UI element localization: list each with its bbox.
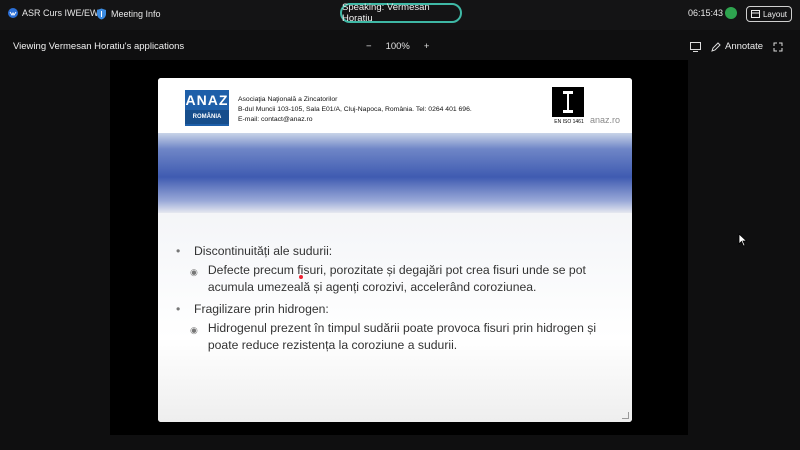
expand-icon[interactable]	[773, 42, 783, 52]
meeting-info-button[interactable]: Meeting Info	[96, 8, 161, 20]
pen-icon	[711, 41, 721, 52]
iso-logo: EN ISO 1461	[552, 87, 586, 129]
bullet-item: • Fragilizare prin hidrogen:	[176, 302, 329, 316]
presentation-slide: ANAZ ROMÂNIA Asociaţia Naţională a Zinca…	[158, 78, 632, 422]
view-tools: Annotate	[690, 41, 783, 52]
status-icon[interactable]	[725, 7, 737, 19]
shield-icon	[97, 8, 106, 20]
layout-icon	[750, 10, 760, 18]
sub-bullet-item: ◉ Hidrogenul prezent în timpul sudării po…	[190, 320, 616, 354]
layout-label: Layout	[762, 9, 788, 19]
webex-icon	[8, 8, 18, 18]
header-band	[158, 133, 632, 213]
zoom-in-button[interactable]: +	[424, 41, 430, 52]
annotate-button[interactable]: Annotate	[711, 41, 763, 52]
organization-info: Asociaţia Naţională a Zincatorilor B-dul…	[238, 95, 472, 125]
bullet-title: Discontinuități ale sudurii:	[194, 244, 333, 258]
laser-pointer-dot	[299, 275, 303, 279]
slide-header: ANAZ ROMÂNIA Asociaţia Naţională a Zinca…	[158, 78, 632, 133]
logo-text: ANAZ	[185, 92, 229, 108]
meeting-clock: 06:15:43	[688, 8, 724, 18]
sub-bullet-text: Defecte precum fisuri, porozitate și deg…	[207, 263, 586, 294]
site-label: anaz.ro	[590, 115, 621, 125]
iso-beam-icon	[563, 91, 573, 113]
sub-bullet-text: Hidrogenul prezent în timpul sudării poa…	[207, 321, 597, 352]
mouse-cursor-icon	[738, 233, 748, 247]
zoom-controls: − 100% +	[366, 41, 429, 52]
zoom-level: 100%	[385, 41, 410, 52]
bullet-title: Fragilizare prin hidrogen:	[194, 302, 329, 316]
speaking-label: Speaking: Vermesan Horatiu	[342, 2, 430, 24]
sub-bullet-item: ◉ Defecte precum fisuri, porozitate și de…	[190, 262, 616, 296]
top-bar: ASR Curs IWE/EWE Meeting Info Speaking: …	[0, 0, 800, 30]
bullet-list: • Discontinuități ale sudurii: ◉ Defecte p…	[176, 244, 616, 360]
meeting-title: ASR Curs IWE/EWE	[22, 8, 105, 18]
speaking-indicator: Speaking: Vermesan Horatiu	[340, 2, 462, 24]
annotate-label: Annotate	[725, 41, 764, 52]
viewing-title: Viewing Vermesan Horatiu's applications	[13, 41, 185, 52]
org-address: B-dul Muncii 103-105, Sala E01/A, Cluj-N…	[238, 106, 472, 113]
iso-label: EN ISO 1461	[554, 119, 584, 125]
org-email: E-mail: contact@anaz.ro	[238, 116, 313, 123]
bullet-item: • Discontinuități ale sudurii:	[176, 244, 333, 258]
layout-button[interactable]: Layout	[746, 6, 792, 22]
screen-share-icon[interactable]	[690, 41, 701, 52]
resize-handle[interactable]	[622, 412, 629, 419]
anaz-logo: ANAZ ROMÂNIA	[185, 90, 229, 126]
meeting-title-item[interactable]: ASR Curs IWE/EWE	[8, 8, 105, 18]
zoom-out-button[interactable]: −	[366, 41, 372, 52]
org-name: Asociaţia Naţională a Zincatorilor	[238, 96, 338, 103]
meeting-info-label: Meeting Info	[111, 9, 161, 19]
logo-subtext: ROMÂNIA	[185, 110, 229, 124]
